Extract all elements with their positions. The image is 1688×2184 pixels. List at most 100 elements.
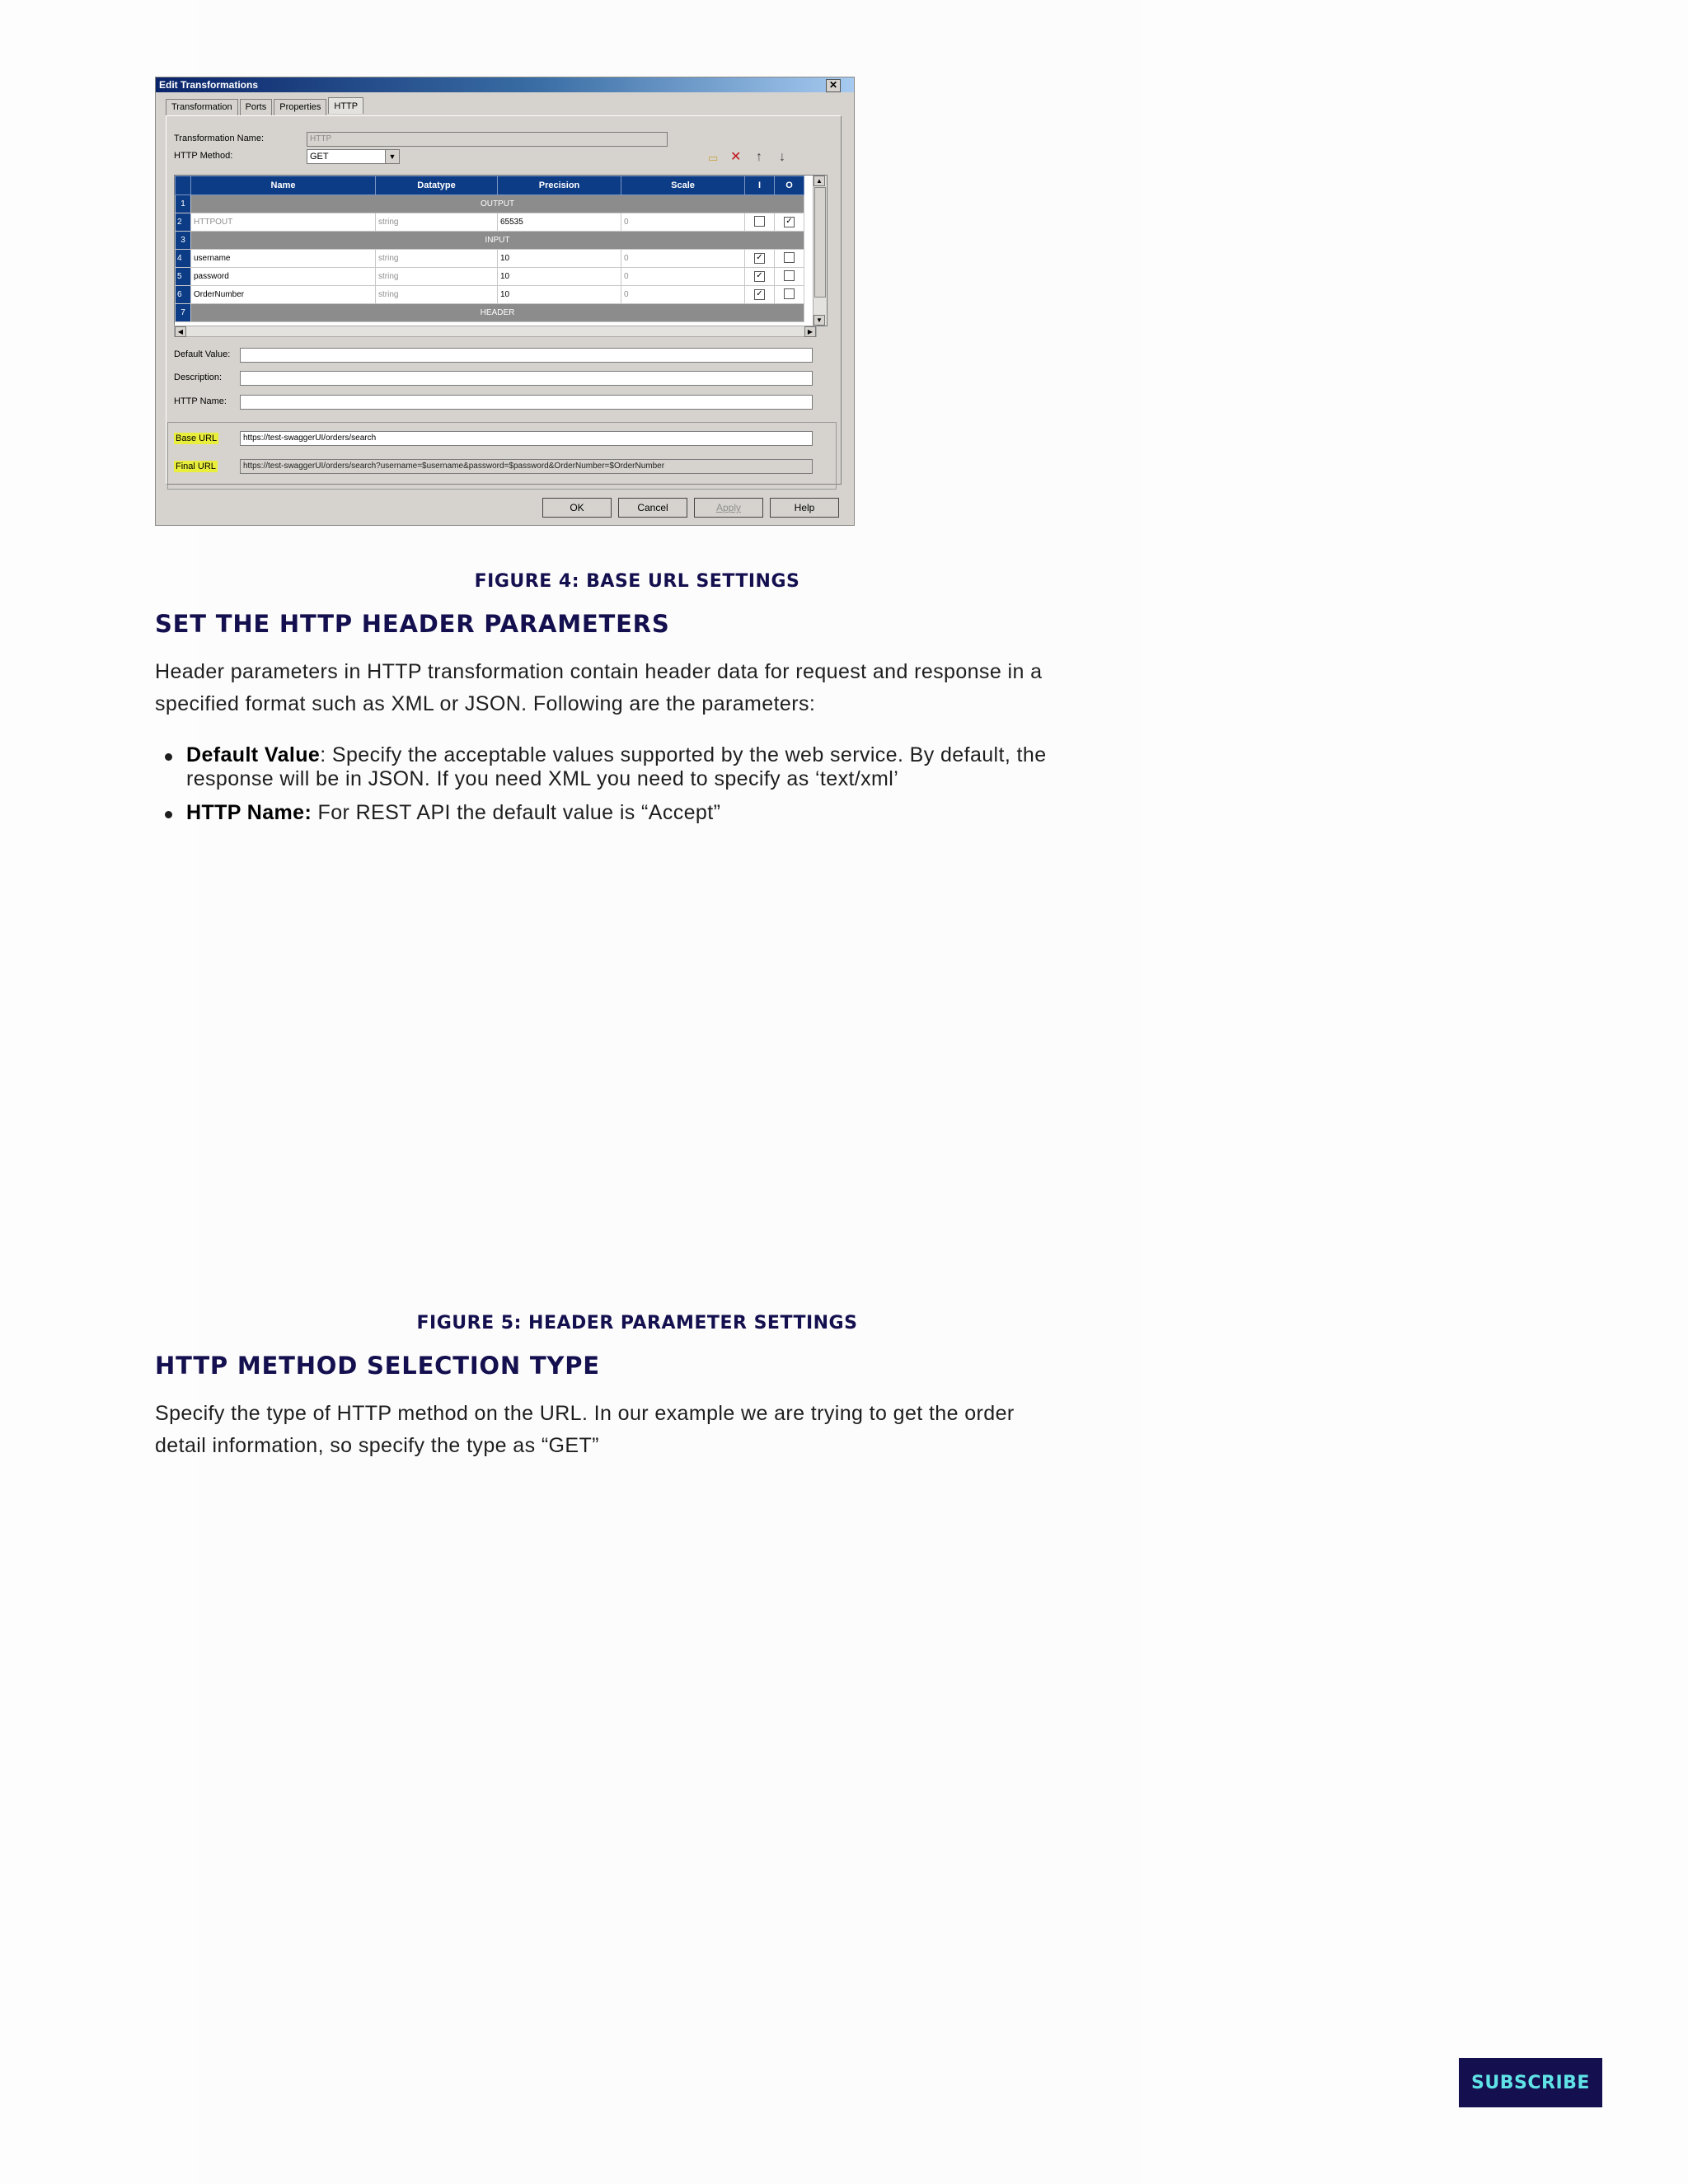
grid-horizontal-scrollbar[interactable]: ◀ ▶ — [174, 326, 817, 337]
edit-transformations-dialog: Edit Transformations ✕ Transformation Po… — [155, 77, 855, 526]
figure5-caption: FIGURE 5: HEADER PARAMETER SETTINGS — [416, 1313, 858, 1333]
scroll-up-icon[interactable]: ▲ — [814, 176, 825, 186]
dialog-title: Edit Transformations — [159, 79, 259, 91]
input-checkbox-cell: ✓ — [744, 249, 775, 268]
grid-vertical-scrollbar[interactable]: ▲ ▼ — [813, 176, 827, 326]
port-name-cell[interactable]: username — [190, 249, 376, 268]
ports-section-row[interactable]: 1 OUTPUT — [175, 194, 804, 213]
ports-header-row: Name Datatype Precision Scale I O — [175, 176, 804, 195]
scale-cell[interactable]: 0 — [621, 267, 745, 286]
col-input-header[interactable]: I — [744, 176, 775, 195]
figure4-caption: FIGURE 4: BASE URL SETTINGS — [474, 571, 800, 592]
port-name-cell[interactable]: HTTPOUT — [190, 213, 376, 232]
section1-heading: SET THE HTTP HEADER PARAMETERS — [155, 610, 670, 638]
tab-ports[interactable]: Ports — [239, 99, 273, 115]
http-method-select[interactable]: GET ▼ — [307, 149, 400, 164]
bullet-text: For REST API the default value is “Accep… — [312, 801, 721, 824]
output-checkbox-cell — [774, 267, 804, 286]
chevron-down-icon[interactable]: ▼ — [385, 150, 399, 163]
precision-cell[interactable]: 10 — [497, 267, 621, 286]
section2-heading: HTTP METHOD SELECTION TYPE — [155, 1352, 600, 1380]
bullet-text-cont: response will be in JSON. If you need XM… — [186, 767, 899, 790]
tab-properties[interactable]: Properties — [274, 99, 327, 115]
scroll-right-icon[interactable]: ▶ — [804, 326, 816, 337]
delete-icon[interactable]: ✕ — [730, 151, 741, 164]
ports-section-row[interactable]: 3 INPUT — [175, 231, 804, 250]
scroll-thumb[interactable] — [814, 187, 826, 298]
output-checkbox[interactable]: ✓ — [784, 217, 795, 227]
table-row[interactable]: 2 HTTPOUT string 65535 0 ✓ — [175, 213, 804, 232]
port-name-cell[interactable]: OrderNumber — [190, 285, 376, 304]
ok-button[interactable]: OK — [542, 498, 612, 518]
transformation-name-label: Transformation Name: — [174, 134, 265, 143]
tab-http[interactable]: HTTP — [328, 97, 364, 114]
output-checkbox[interactable] — [784, 288, 795, 299]
port-name-cell[interactable]: password — [190, 267, 376, 286]
scale-cell[interactable]: 0 — [621, 249, 745, 268]
precision-cell[interactable]: 10 — [497, 249, 621, 268]
list-item: Default Value: Specify the acceptable va… — [155, 743, 1128, 791]
scroll-left-icon[interactable]: ◀ — [175, 326, 186, 337]
input-checkbox-cell: ✓ — [744, 285, 775, 304]
col-precision-header[interactable]: Precision — [497, 176, 621, 195]
move-down-icon[interactable]: ↓ — [779, 151, 785, 164]
datatype-cell[interactable]: string — [375, 285, 498, 304]
http-name-label: HTTP Name: — [174, 396, 227, 406]
section2-paragraph: Specify the type of HTTP method on the U… — [155, 1398, 1119, 1462]
section1-para-line2: specified format such as XML or JSON. Fo… — [155, 692, 816, 715]
tab-transformation[interactable]: Transformation — [166, 99, 238, 115]
col-datatype-header[interactable]: Datatype — [375, 176, 498, 195]
table-row[interactable]: 5 password string 10 0 ✓ — [175, 267, 804, 286]
section1-paragraph: Header parameters in HTTP transformation… — [155, 656, 1119, 720]
http-name-field[interactable] — [240, 395, 813, 410]
ports-grid: Name Datatype Precision Scale I O 1 OUTPU… — [174, 175, 828, 326]
input-checkbox[interactable]: ✓ — [754, 271, 765, 282]
scale-cell[interactable]: 0 — [621, 213, 745, 232]
row-number: 2 — [175, 213, 191, 232]
row-number: 1 — [175, 194, 191, 213]
subscribe-button[interactable]: SUBSCRIBE — [1459, 2058, 1602, 2107]
transformation-name-field[interactable]: HTTP — [307, 132, 668, 147]
move-up-icon[interactable]: ↑ — [756, 151, 762, 164]
section1-para-line1: Header parameters in HTTP transformation… — [155, 660, 1043, 683]
description-field[interactable] — [240, 371, 813, 386]
final-url-label: Final URL — [174, 461, 218, 472]
col-scale-header[interactable]: Scale — [621, 176, 745, 195]
section2-para-line2: detail information, so specify the type … — [155, 1434, 599, 1457]
http-method-label: HTTP Method: — [174, 151, 233, 161]
section-label: INPUT — [190, 231, 804, 250]
ports-section-row[interactable]: 7 HEADER — [175, 303, 804, 322]
input-checkbox[interactable]: ✓ — [754, 253, 765, 264]
default-value-label: Default Value: — [174, 349, 231, 359]
bullet-term: HTTP Name: — [186, 801, 312, 824]
default-value-field[interactable] — [240, 348, 813, 363]
row-number: 6 — [175, 285, 191, 304]
precision-cell[interactable]: 10 — [497, 285, 621, 304]
ports-table: Name Datatype Precision Scale I O 1 OUTPU… — [175, 176, 804, 322]
input-checkbox[interactable]: ✓ — [754, 289, 765, 300]
section-label: HEADER — [190, 303, 804, 322]
base-url-field[interactable]: https://test-swaggerUI/orders/search — [240, 431, 813, 446]
col-name-header[interactable]: Name — [190, 176, 376, 195]
datatype-cell[interactable]: string — [375, 213, 498, 232]
help-button[interactable]: Help — [770, 498, 839, 518]
section-label: OUTPUT — [190, 194, 804, 213]
cancel-button[interactable]: Cancel — [618, 498, 687, 518]
input-checkbox-cell: ✓ — [744, 267, 775, 286]
precision-cell[interactable]: 65535 — [497, 213, 621, 232]
output-checkbox[interactable] — [784, 269, 795, 281]
input-checkbox[interactable] — [754, 215, 765, 227]
scale-cell[interactable]: 0 — [621, 285, 745, 304]
output-checkbox[interactable] — [784, 251, 795, 263]
datatype-cell[interactable]: string — [375, 267, 498, 286]
new-port-icon[interactable]: ▭ — [708, 152, 718, 165]
close-icon[interactable]: ✕ — [826, 79, 841, 92]
col-output-header[interactable]: O — [774, 176, 804, 195]
table-row[interactable]: 4 username string 10 0 ✓ — [175, 249, 804, 268]
bullet-text: : Specify the acceptable values supporte… — [320, 743, 1047, 766]
datatype-cell[interactable]: string — [375, 249, 498, 268]
scroll-down-icon[interactable]: ▼ — [814, 315, 825, 326]
row-number: 7 — [175, 303, 191, 322]
table-row[interactable]: 6 OrderNumber string 10 0 ✓ — [175, 285, 804, 304]
dialog-titlebar: Edit Transformations — [156, 77, 854, 92]
